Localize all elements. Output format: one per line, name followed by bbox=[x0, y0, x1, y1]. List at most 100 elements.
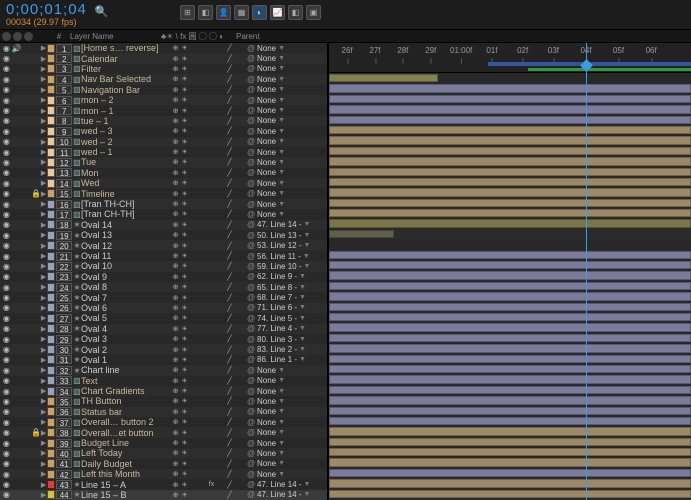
switch-0[interactable]: ⊕ bbox=[171, 377, 180, 385]
pickwhip-icon[interactable]: @ bbox=[247, 168, 257, 177]
lock-icon[interactable] bbox=[31, 355, 40, 364]
layer-name-label[interactable]: Left Today bbox=[81, 448, 171, 458]
switch-3[interactable] bbox=[198, 107, 207, 115]
parent-dropdown[interactable]: None▼ bbox=[257, 470, 327, 479]
twirl-icon[interactable]: ▶ bbox=[40, 138, 47, 146]
switch-2[interactable] bbox=[189, 158, 198, 166]
layer-list[interactable]: ◉🔊▶1▧[Home s… reverse]⊕☀╱@None▼◉▶2▧Calen… bbox=[0, 43, 327, 500]
label-color-chip[interactable] bbox=[47, 75, 55, 84]
twirl-icon[interactable]: ▶ bbox=[40, 169, 47, 177]
lock-icon[interactable] bbox=[31, 490, 40, 499]
switch-4[interactable] bbox=[207, 138, 216, 146]
twirl-icon[interactable]: ▶ bbox=[40, 356, 47, 364]
layer-name-label[interactable]: wed – 2 bbox=[81, 137, 171, 147]
parent-dropdown[interactable]: 47. Line 14 -▼ bbox=[257, 490, 327, 499]
label-color-chip[interactable] bbox=[47, 449, 55, 458]
switch-4[interactable] bbox=[207, 356, 216, 364]
switch-6[interactable]: ╱ bbox=[225, 429, 234, 437]
switch-7[interactable] bbox=[234, 366, 243, 374]
timeline-row[interactable] bbox=[329, 177, 691, 187]
switch-3[interactable] bbox=[198, 273, 207, 281]
lock-icon[interactable] bbox=[31, 137, 40, 146]
switch-4[interactable] bbox=[207, 470, 216, 478]
audio-icon[interactable] bbox=[12, 480, 21, 489]
switch-4[interactable] bbox=[207, 294, 216, 302]
solo-toggle[interactable] bbox=[22, 407, 31, 416]
switch-1[interactable]: ☀ bbox=[180, 231, 189, 239]
layer-row[interactable]: ◉▶30★Oval 2⊕☀╱@83. Line 2 -▼ bbox=[0, 344, 327, 354]
visibility-eye-icon[interactable]: ◉ bbox=[2, 355, 11, 364]
twirl-icon[interactable]: ▶ bbox=[40, 491, 47, 499]
switch-5[interactable] bbox=[216, 418, 225, 426]
switch-7[interactable] bbox=[234, 429, 243, 437]
switch-7[interactable] bbox=[234, 418, 243, 426]
visibility-eye-icon[interactable]: ◉ bbox=[2, 366, 11, 375]
switch-3[interactable] bbox=[198, 408, 207, 416]
parent-dropdown[interactable]: 80. Line 3 -▼ bbox=[257, 335, 327, 344]
layer-row[interactable]: ◉▶20★Oval 12⊕☀╱@53. Line 12 -▼ bbox=[0, 240, 327, 250]
switch-7[interactable] bbox=[234, 221, 243, 229]
lock-icon[interactable] bbox=[31, 127, 40, 136]
switch-3[interactable] bbox=[198, 418, 207, 426]
switch-4[interactable] bbox=[207, 200, 216, 208]
switch-6[interactable]: ╱ bbox=[225, 96, 234, 104]
label-color-chip[interactable] bbox=[47, 96, 55, 105]
layer-duration-bar[interactable] bbox=[329, 313, 691, 321]
lock-icon[interactable] bbox=[31, 366, 40, 375]
timeline-row[interactable] bbox=[329, 83, 691, 93]
visibility-eye-icon[interactable]: ◉ bbox=[2, 314, 11, 323]
layer-name-label[interactable]: Line 15 – B bbox=[81, 490, 171, 500]
parent-dropdown[interactable]: None▼ bbox=[257, 54, 327, 63]
switch-0[interactable]: ⊕ bbox=[171, 96, 180, 104]
switch-5[interactable] bbox=[216, 231, 225, 239]
layer-name-label[interactable]: Budget Line bbox=[81, 438, 171, 448]
audio-icon[interactable] bbox=[12, 262, 21, 271]
switch-1[interactable]: ☀ bbox=[180, 221, 189, 229]
draft3d-icon[interactable]: ◧ bbox=[198, 5, 213, 20]
pickwhip-icon[interactable]: @ bbox=[247, 179, 257, 188]
visibility-eye-icon[interactable]: ◉ bbox=[2, 106, 11, 115]
switch-2[interactable] bbox=[189, 408, 198, 416]
twirl-icon[interactable]: ▶ bbox=[40, 75, 47, 83]
switch-7[interactable] bbox=[234, 117, 243, 125]
audio-icon[interactable] bbox=[12, 148, 21, 157]
lock-icon[interactable] bbox=[31, 44, 40, 53]
switch-2[interactable] bbox=[189, 107, 198, 115]
layer-duration-bar[interactable] bbox=[329, 375, 691, 383]
switch-4[interactable] bbox=[207, 55, 216, 63]
solo-toggle[interactable] bbox=[22, 283, 31, 292]
audio-icon[interactable] bbox=[12, 314, 21, 323]
solo-toggle[interactable] bbox=[22, 470, 31, 479]
timeline-row[interactable] bbox=[329, 426, 691, 436]
twirl-icon[interactable]: ▶ bbox=[40, 158, 47, 166]
label-color-chip[interactable] bbox=[47, 231, 55, 240]
audio-icon[interactable] bbox=[12, 449, 21, 458]
layer-row[interactable]: ◉▶26★Oval 6⊕☀╱@71. Line 6 -▼ bbox=[0, 303, 327, 313]
pickwhip-icon[interactable]: @ bbox=[247, 283, 257, 292]
timeline-row[interactable] bbox=[329, 437, 691, 447]
switch-5[interactable] bbox=[216, 158, 225, 166]
switch-6[interactable]: ╱ bbox=[225, 366, 234, 374]
label-color-chip[interactable] bbox=[47, 85, 55, 94]
visibility-eye-icon[interactable]: ◉ bbox=[2, 470, 11, 479]
visibility-eye-icon[interactable]: ◉ bbox=[2, 200, 11, 209]
label-color-chip[interactable] bbox=[47, 439, 55, 448]
switch-4[interactable] bbox=[207, 283, 216, 291]
solo-toggle[interactable] bbox=[22, 158, 31, 167]
layer-duration-bar[interactable] bbox=[329, 323, 691, 331]
switch-6[interactable]: ╱ bbox=[225, 325, 234, 333]
switch-4[interactable] bbox=[207, 273, 216, 281]
pickwhip-icon[interactable]: @ bbox=[247, 75, 257, 84]
switch-4[interactable] bbox=[207, 86, 216, 94]
switch-4[interactable] bbox=[207, 190, 216, 198]
label-color-chip[interactable] bbox=[47, 490, 55, 499]
switch-0[interactable]: ⊕ bbox=[171, 242, 180, 250]
switch-0[interactable]: ⊕ bbox=[171, 356, 180, 364]
visibility-eye-icon[interactable]: ◉ bbox=[2, 335, 11, 344]
switch-1[interactable]: ☀ bbox=[180, 377, 189, 385]
label-color-chip[interactable] bbox=[47, 355, 55, 364]
switch-3[interactable] bbox=[198, 117, 207, 125]
switch-4[interactable] bbox=[207, 387, 216, 395]
timeline-row[interactable] bbox=[329, 291, 691, 301]
switch-1[interactable]: ☀ bbox=[180, 210, 189, 218]
